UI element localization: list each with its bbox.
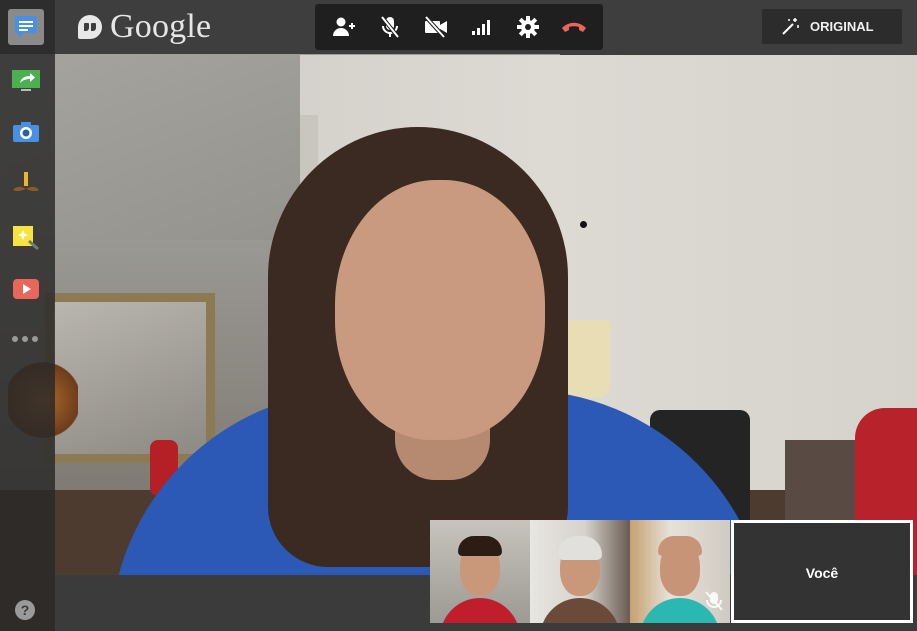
- logo-text: Google: [110, 8, 212, 45]
- mute-microphone-button[interactable]: [372, 9, 408, 45]
- youtube-icon: [13, 279, 39, 299]
- participant-beanie: [558, 536, 602, 560]
- apps-sidebar: ?: [0, 0, 55, 631]
- participant-thumbnail[interactable]: [530, 520, 630, 623]
- bandwidth-button[interactable]: [464, 9, 500, 45]
- participant-thumbnail[interactable]: [630, 520, 730, 623]
- app-effects-sparkle[interactable]: [8, 219, 44, 255]
- signal-bars-icon: [472, 20, 490, 35]
- hangouts-logo: Google: [78, 8, 212, 45]
- hangouts-bubble-icon: [78, 15, 102, 39]
- help-button[interactable]: ?: [15, 600, 35, 620]
- self-label: Você: [805, 565, 839, 581]
- participant-thumbnail[interactable]: [430, 520, 530, 623]
- gear-icon: [517, 16, 539, 38]
- sparkle-icon: [13, 226, 39, 251]
- more-apps-icon[interactable]: [12, 336, 38, 342]
- add-person-icon: [333, 17, 355, 36]
- turn-off-camera-button[interactable]: [418, 9, 454, 45]
- camera-off-icon: [424, 16, 447, 38]
- participant-filmstrip: Você: [430, 520, 913, 623]
- mustache-icon: [13, 172, 39, 192]
- self-view-thumbnail[interactable]: Você: [731, 520, 913, 623]
- settings-button[interactable]: [510, 9, 546, 45]
- more-dot: [32, 336, 38, 342]
- app-capture[interactable]: [8, 114, 44, 150]
- magic-wand-icon: [782, 17, 799, 35]
- app-youtube[interactable]: [8, 271, 44, 307]
- chat-icon: [15, 16, 37, 38]
- original-label: ORIGINAL: [810, 19, 874, 34]
- camera-icon: [13, 122, 39, 142]
- effects-original-button[interactable]: ORIGINAL: [762, 9, 902, 44]
- phone-hangup-icon: [562, 22, 586, 32]
- speaker-face: [335, 180, 545, 440]
- participant-hair: [458, 536, 502, 556]
- app-chat[interactable]: [8, 9, 44, 45]
- more-dot: [12, 336, 18, 342]
- invite-people-button[interactable]: [326, 9, 362, 45]
- mouse-cursor-dot: [580, 221, 587, 228]
- call-controls: [315, 4, 603, 50]
- mic-off-icon: [380, 15, 400, 39]
- app-screenshare[interactable]: [8, 63, 44, 99]
- screenshare-icon: [12, 70, 40, 91]
- more-dot: [22, 336, 28, 342]
- participant-hair: [658, 536, 702, 556]
- hang-up-button[interactable]: [556, 9, 592, 45]
- mic-off-icon: [705, 591, 723, 611]
- app-effects-mustache[interactable]: [8, 166, 44, 202]
